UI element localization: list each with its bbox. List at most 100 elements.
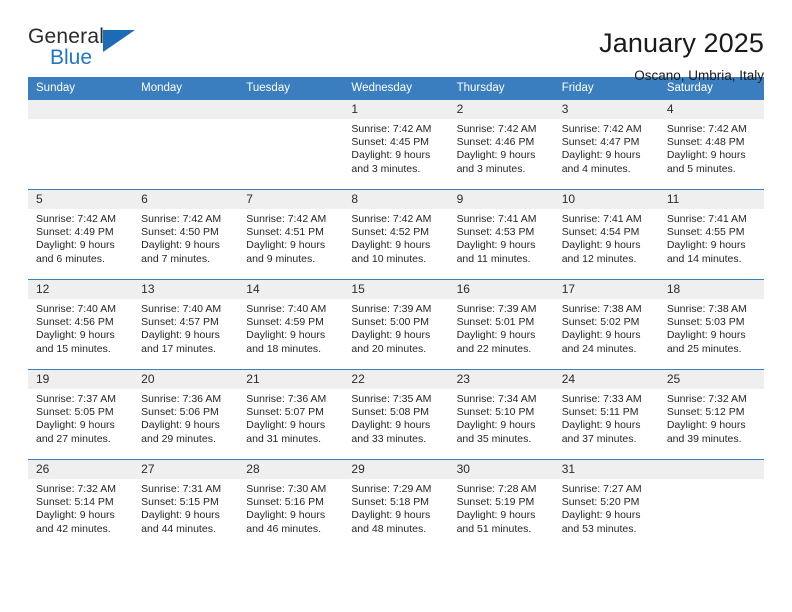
day-number: 1: [343, 100, 449, 119]
daylight-text-line1: Daylight: 9 hours: [246, 419, 326, 432]
sunrise-text: Sunrise: 7:39 AM: [351, 303, 432, 315]
page-title: January 2025: [599, 28, 764, 58]
day-number: 19: [28, 370, 134, 389]
day-info: Sunrise: 7:42 AM Sunset: 4:52 PM Daylight:…: [343, 209, 448, 266]
calendar-day-cell[interactable]: 27 Sunrise: 7:31 AM Sunset: 5:15 PM Dayligh…: [133, 459, 239, 550]
sunset-text: Sunset: 4:51 PM: [246, 226, 324, 239]
calendar-day-cell[interactable]: 1 Sunrise: 7:42 AM Sunset: 4:45 PM Daylight…: [343, 99, 449, 190]
calendar-day-cell[interactable]: 5 Sunrise: 7:42 AM Sunset: 4:49 PM Daylight…: [28, 189, 134, 280]
daylight-text-line2: and 5 minutes.: [666, 162, 736, 175]
day-number: 23: [448, 370, 554, 389]
day-number: 28: [238, 460, 344, 479]
day-number: 12: [28, 280, 134, 299]
sunrise-text: Sunrise: 7:42 AM: [351, 123, 432, 135]
day-number: [238, 100, 344, 119]
sunrise-text: Sunrise: 7:42 AM: [456, 123, 537, 135]
calendar-day-cell[interactable]: 12 Sunrise: 7:40 AM Sunset: 4:56 PM Dayligh…: [28, 279, 134, 370]
calendar-day-cell[interactable]: 23 Sunrise: 7:34 AM Sunset: 5:10 PM Dayligh…: [448, 369, 554, 460]
day-info: Sunrise: 7:36 AM Sunset: 5:07 PM Daylight:…: [238, 389, 343, 446]
day-number: 24: [553, 370, 659, 389]
daylight-text-line2: and 24 minutes.: [561, 342, 637, 355]
calendar-week-row: 5 Sunrise: 7:42 AM Sunset: 4:49 PM Daylight…: [28, 189, 764, 280]
sunset-text: Sunset: 5:06 PM: [141, 406, 219, 419]
daylight-text-line2: and 18 minutes.: [246, 342, 321, 355]
calendar-day-cell[interactable]: 24 Sunrise: 7:33 AM Sunset: 5:11 PM Dayligh…: [553, 369, 659, 460]
day-number: 26: [28, 460, 134, 479]
calendar-empty-cell: [28, 99, 134, 190]
calendar-day-cell[interactable]: 6 Sunrise: 7:42 AM Sunset: 4:50 PM Daylight…: [133, 189, 239, 280]
sunset-text: Sunset: 5:16 PM: [246, 496, 324, 509]
sunrise-text: Sunrise: 7:39 AM: [456, 303, 537, 315]
sunset-text: Sunset: 4:52 PM: [351, 226, 430, 239]
calendar-day-cell[interactable]: 19 Sunrise: 7:37 AM Sunset: 5:05 PM Dayligh…: [28, 369, 134, 460]
day-number: 27: [133, 460, 239, 479]
calendar-day-cell[interactable]: 8 Sunrise: 7:42 AM Sunset: 4:52 PM Daylight…: [343, 189, 449, 280]
day-number: 2: [448, 100, 554, 119]
daylight-text-line2: and 9 minutes.: [246, 252, 316, 265]
day-number: 9: [448, 190, 554, 209]
sunset-text: Sunset: 5:00 PM: [351, 316, 430, 329]
calendar-day-cell[interactable]: 29 Sunrise: 7:29 AM Sunset: 5:18 PM Dayligh…: [343, 459, 449, 550]
sunrise-text: Sunrise: 7:28 AM: [456, 483, 537, 495]
calendar-day-cell[interactable]: 28 Sunrise: 7:30 AM Sunset: 5:16 PM Dayligh…: [238, 459, 344, 550]
calendar-day-cell[interactable]: 20 Sunrise: 7:36 AM Sunset: 5:06 PM Dayligh…: [133, 369, 239, 460]
day-number: 29: [343, 460, 449, 479]
daylight-text-line1: Daylight: 9 hours: [246, 239, 326, 252]
calendar-day-cell[interactable]: 31 Sunrise: 7:27 AM Sunset: 5:20 PM Dayligh…: [553, 459, 659, 550]
sunset-text: Sunset: 4:53 PM: [456, 226, 535, 239]
calendar-day-cell[interactable]: 16 Sunrise: 7:39 AM Sunset: 5:01 PM Dayligh…: [448, 279, 554, 370]
calendar-day-cell[interactable]: 26 Sunrise: 7:32 AM Sunset: 5:14 PM Dayligh…: [28, 459, 134, 550]
calendar-day-cell[interactable]: 7 Sunrise: 7:42 AM Sunset: 4:51 PM Daylight…: [238, 189, 344, 280]
calendar-day-cell[interactable]: 2 Sunrise: 7:42 AM Sunset: 4:46 PM Daylight…: [448, 99, 554, 190]
day-number: 17: [553, 280, 659, 299]
calendar-day-cell[interactable]: 17 Sunrise: 7:38 AM Sunset: 5:02 PM Dayligh…: [553, 279, 659, 370]
daylight-text-line2: and 29 minutes.: [141, 432, 216, 445]
sunrise-text: Sunrise: 7:29 AM: [351, 483, 432, 495]
daylight-text-line2: and 46 minutes.: [246, 522, 321, 535]
daylight-text-line2: and 53 minutes.: [561, 522, 637, 535]
sunset-text: Sunset: 4:57 PM: [141, 316, 219, 329]
daylight-text-line2: and 3 minutes.: [456, 162, 526, 175]
daylight-text-line1: Daylight: 9 hours: [561, 329, 641, 342]
calendar-day-cell[interactable]: 14 Sunrise: 7:40 AM Sunset: 4:59 PM Dayligh…: [238, 279, 344, 370]
sunrise-text: Sunrise: 7:33 AM: [561, 393, 642, 405]
calendar-day-cell[interactable]: 11 Sunrise: 7:41 AM Sunset: 4:55 PM Dayligh…: [658, 189, 764, 280]
calendar-day-cell[interactable]: 4 Sunrise: 7:42 AM Sunset: 4:48 PM Daylight…: [658, 99, 764, 190]
calendar-day-cell[interactable]: 22 Sunrise: 7:35 AM Sunset: 5:08 PM Dayligh…: [343, 369, 449, 460]
sunrise-text: Sunrise: 7:42 AM: [141, 213, 222, 225]
calendar-week-row: 19 Sunrise: 7:37 AM Sunset: 5:05 PM Dayligh…: [28, 369, 764, 460]
sunset-text: Sunset: 4:47 PM: [561, 136, 640, 149]
calendar-page: General Blue January 2025 Oscano, Umbria…: [0, 0, 792, 612]
sunrise-text: Sunrise: 7:38 AM: [561, 303, 642, 315]
day-number: [28, 100, 134, 119]
sunset-text: Sunset: 5:05 PM: [36, 406, 114, 419]
daylight-text-line1: Daylight: 9 hours: [36, 509, 115, 522]
weekday-header-monday: Monday: [133, 77, 239, 100]
calendar-day-cell[interactable]: 30 Sunrise: 7:28 AM Sunset: 5:19 PM Dayligh…: [448, 459, 554, 550]
day-number: 18: [658, 280, 764, 299]
calendar-day-cell[interactable]: 21 Sunrise: 7:36 AM Sunset: 5:07 PM Dayligh…: [238, 369, 344, 460]
daylight-text-line1: Daylight: 9 hours: [456, 329, 536, 342]
calendar-day-cell[interactable]: 10 Sunrise: 7:41 AM Sunset: 4:54 PM Dayligh…: [553, 189, 659, 280]
day-info: Sunrise: 7:27 AM Sunset: 5:20 PM Daylight:…: [554, 479, 659, 536]
daylight-text-line2: and 22 minutes.: [456, 342, 532, 355]
calendar-day-cell[interactable]: 15 Sunrise: 7:39 AM Sunset: 5:00 PM Dayligh…: [343, 279, 449, 370]
calendar-day-cell[interactable]: 18 Sunrise: 7:38 AM Sunset: 5:03 PM Dayligh…: [658, 279, 764, 370]
daylight-text-line1: Daylight: 9 hours: [456, 419, 536, 432]
day-info: Sunrise: 7:41 AM Sunset: 4:55 PM Daylight:…: [659, 209, 764, 266]
sunrise-text: Sunrise: 7:34 AM: [456, 393, 537, 405]
daylight-text-line2: and 17 minutes.: [141, 342, 216, 355]
day-info: Sunrise: 7:36 AM Sunset: 5:06 PM Daylight:…: [133, 389, 238, 446]
day-info: Sunrise: 7:29 AM Sunset: 5:18 PM Daylight:…: [343, 479, 448, 536]
calendar-day-cell[interactable]: 3 Sunrise: 7:42 AM Sunset: 4:47 PM Daylight…: [553, 99, 659, 190]
daylight-text-line2: and 7 minutes.: [141, 252, 211, 265]
daylight-text-line1: Daylight: 9 hours: [351, 509, 431, 522]
calendar-day-cell[interactable]: 13 Sunrise: 7:40 AM Sunset: 4:57 PM Dayligh…: [133, 279, 239, 370]
calendar-day-cell[interactable]: 9 Sunrise: 7:41 AM Sunset: 4:53 PM Daylight…: [448, 189, 554, 280]
brand-logo: General Blue: [28, 26, 148, 72]
calendar-day-cell[interactable]: 25 Sunrise: 7:32 AM Sunset: 5:12 PM Dayligh…: [658, 369, 764, 460]
title-block: January 2025 Oscano, Umbria, Italy: [599, 26, 764, 83]
calendar-body: 1 Sunrise: 7:42 AM Sunset: 4:45 PM Daylight…: [28, 99, 764, 550]
calendar-table: Sunday Monday Tuesday Wednesday Thursday…: [28, 77, 764, 550]
daylight-text-line1: Daylight: 9 hours: [246, 329, 326, 342]
